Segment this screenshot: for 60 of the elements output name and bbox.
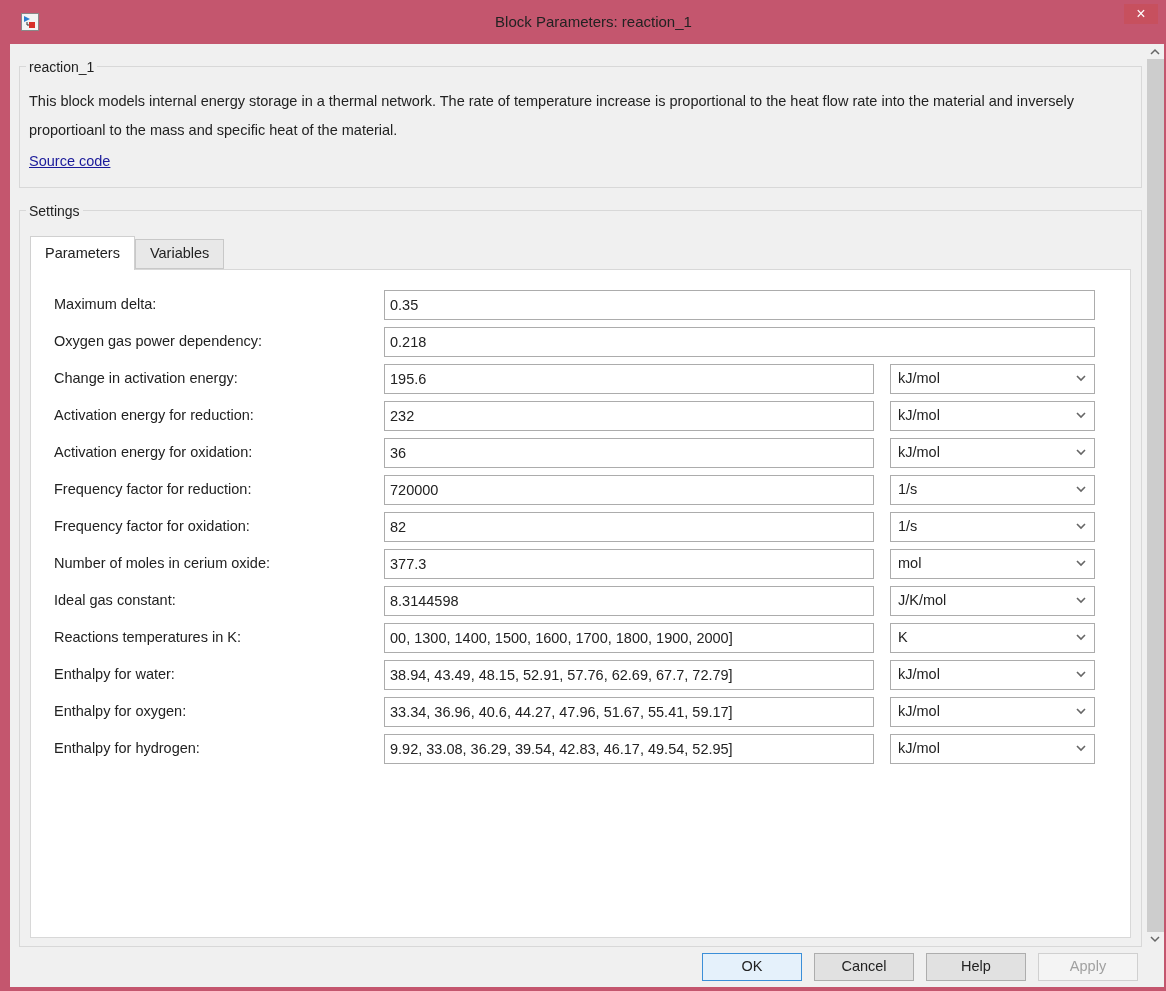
- parameter-label: Activation energy for oxidation:: [54, 442, 254, 462]
- block-description: This block models internal energy storage in a thermal network. The rate of temperature increase is proportional to the heat flow rate into the material and inversely proportioanl to the mass and specific heat of the material.: [29, 92, 1076, 140]
- dropdown-caret-icon: [1076, 412, 1086, 419]
- unit-dropdown[interactable]: 1/s: [890, 511, 1095, 542]
- dropdown-caret-icon: [1076, 449, 1086, 456]
- tab[interactable]: Parameters: [30, 236, 135, 270]
- parameter-field[interactable]: 36: [384, 437, 874, 468]
- unit-dropdown[interactable]: 1/s: [890, 474, 1095, 505]
- dropdown-caret-icon: [1076, 375, 1086, 382]
- window-title: Block Parameters: reaction_1: [495, 11, 692, 32]
- unit-dropdown[interactable]: kJ/mol: [890, 659, 1095, 690]
- parameter-field[interactable]: 9.92, 33.08, 36.29, 39.54, 42.83, 46.17, 49.54, 52.95]: [384, 733, 874, 764]
- parameter-label: Number of moles in cerium oxide:: [54, 553, 271, 573]
- close-button[interactable]: ×: [1124, 4, 1158, 24]
- tab[interactable]: Variables: [134, 239, 225, 269]
- parameter-label: Enthalpy for hydrogen:: [54, 738, 201, 758]
- parameter-label: Maximum delta:: [54, 294, 158, 314]
- dropdown-caret-icon: [1076, 708, 1086, 715]
- dropdown-caret-icon: [1076, 486, 1086, 493]
- unit-dropdown[interactable]: kJ/mol: [890, 696, 1095, 727]
- unit-dropdown[interactable]: J/K/mol: [890, 585, 1095, 616]
- parameter-label: Ideal gas constant:: [54, 590, 177, 610]
- scroll-down-icon[interactable]: [1150, 936, 1160, 943]
- parameter-field[interactable]: 195.6: [384, 363, 874, 394]
- parameter-label: Oxygen gas power dependency:: [54, 331, 263, 351]
- dropdown-caret-icon: [1076, 745, 1086, 752]
- scroll-up-icon[interactable]: [1150, 48, 1160, 55]
- parameter-field[interactable]: 33.34, 36.96, 40.6, 44.27, 47.96, 51.67, 55.41, 59.17]: [384, 696, 874, 727]
- unit-dropdown[interactable]: K: [890, 622, 1095, 653]
- unit-dropdown[interactable]: kJ/mol: [890, 363, 1095, 394]
- unit-dropdown[interactable]: mol: [890, 548, 1095, 579]
- parameter-label: Enthalpy for water:: [54, 664, 176, 684]
- unit-dropdown[interactable]: kJ/mol: [890, 733, 1095, 764]
- parameter-label: Enthalpy for oxygen:: [54, 701, 188, 721]
- parameter-field[interactable]: 232: [384, 400, 874, 431]
- parameter-field[interactable]: 0.218: [384, 326, 1095, 357]
- parameter-field[interactable]: 38.94, 43.49, 48.15, 52.91, 57.76, 62.69, 67.7, 72.79]: [384, 659, 874, 690]
- parameter-field[interactable]: 0.35: [384, 289, 1095, 320]
- parameter-field[interactable]: 82: [384, 511, 874, 542]
- dialog-button[interactable]: Cancel: [814, 953, 914, 981]
- dropdown-caret-icon: [1076, 597, 1086, 604]
- dropdown-caret-icon: [1076, 523, 1086, 530]
- parameter-field[interactable]: 8.3144598: [384, 585, 874, 616]
- parameter-label: Reactions temperatures in K:: [54, 627, 242, 647]
- dropdown-caret-icon: [1076, 634, 1086, 641]
- source-code-link[interactable]: Source code: [29, 151, 111, 173]
- parameter-field[interactable]: 720000: [384, 474, 874, 505]
- app-icon: [21, 13, 39, 31]
- dialog-button[interactable]: Help: [926, 953, 1026, 981]
- dropdown-caret-icon: [1076, 560, 1086, 567]
- parameter-label: Frequency factor for reduction:: [54, 479, 253, 499]
- parameter-field[interactable]: 00, 1300, 1400, 1500, 1600, 1700, 1800, 1900, 2000]: [384, 622, 874, 653]
- parameter-field[interactable]: 377.3: [384, 548, 874, 579]
- unit-dropdown[interactable]: kJ/mol: [890, 400, 1095, 431]
- parameter-label: Frequency factor for oxidation:: [54, 516, 251, 536]
- dropdown-caret-icon: [1076, 671, 1086, 678]
- dialog-button[interactable]: OK: [702, 953, 802, 981]
- unit-dropdown[interactable]: kJ/mol: [890, 437, 1095, 468]
- parameter-label: Activation energy for reduction:: [54, 405, 255, 425]
- parameter-label: Change in activation energy:: [54, 368, 239, 388]
